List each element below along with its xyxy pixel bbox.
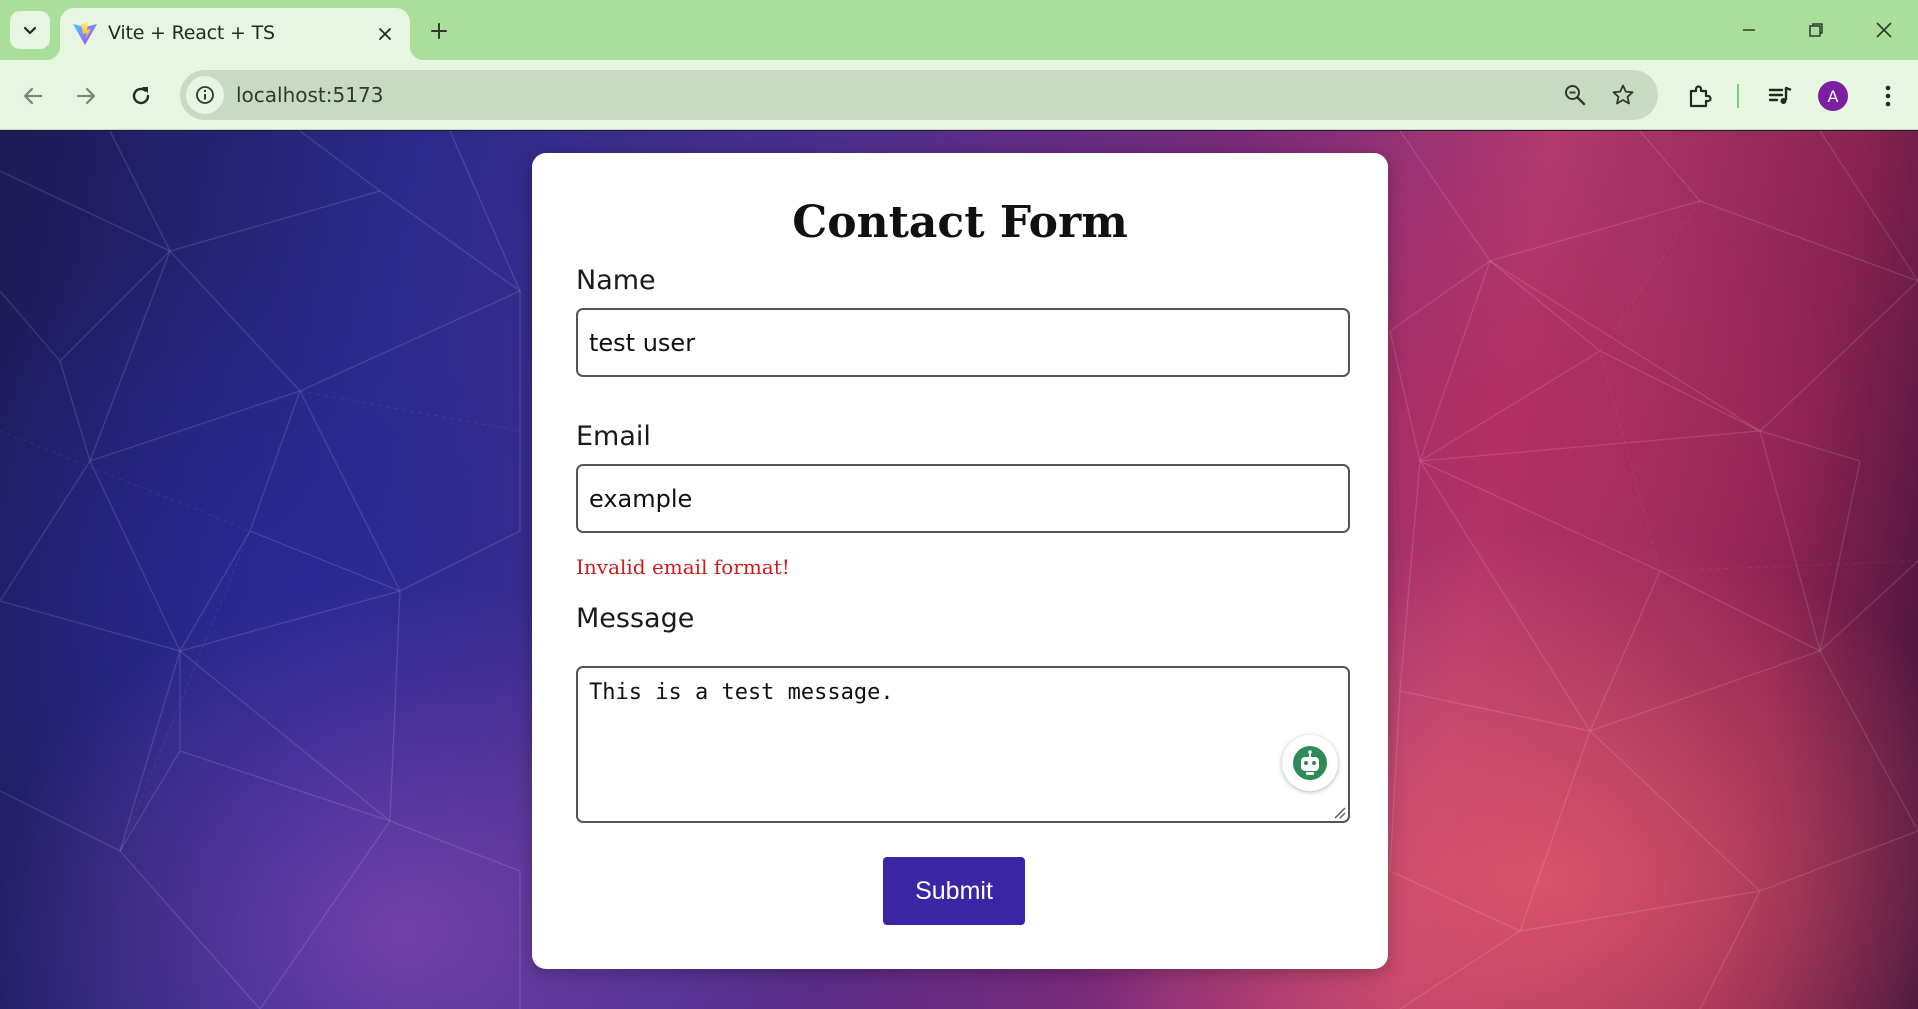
puzzle-icon <box>1689 85 1712 108</box>
kebab-menu-icon <box>1885 85 1891 107</box>
tab-close-button[interactable] <box>372 21 398 47</box>
bookmark-button[interactable] <box>1609 81 1637 109</box>
profile-avatar[interactable]: A <box>1818 81 1848 111</box>
email-error-message: Invalid email format! <box>576 555 790 579</box>
tab-strip: Vite + React + TS <box>0 0 1918 60</box>
browser-toolbar: localhost:5173 A <box>0 60 1918 130</box>
robot-assistant-icon <box>1293 746 1327 780</box>
extensions-button[interactable] <box>1680 76 1720 116</box>
message-textarea[interactable]: This is a test message. <box>576 666 1350 823</box>
name-input[interactable] <box>576 308 1350 377</box>
zoom-out-icon <box>1565 85 1586 106</box>
name-label: Name <box>576 265 656 296</box>
minimize-button[interactable] <box>1729 12 1769 48</box>
new-tab-button[interactable] <box>424 16 454 46</box>
info-icon <box>196 86 214 104</box>
arrow-right-icon <box>76 87 96 105</box>
chevron-down-icon <box>23 26 37 35</box>
restore-button[interactable] <box>1796 12 1836 48</box>
zoom-button[interactable] <box>1561 81 1589 109</box>
form-title: Contact Form <box>792 197 1128 248</box>
arrow-left-icon <box>23 87 43 105</box>
vite-logo-icon <box>73 22 97 45</box>
plus-icon <box>431 23 447 39</box>
media-queue-icon <box>1768 86 1792 104</box>
email-input[interactable] <box>576 464 1350 533</box>
resize-handle-icon[interactable] <box>1332 805 1346 819</box>
address-bar[interactable]: localhost:5173 <box>180 70 1658 120</box>
reload-icon <box>132 87 150 105</box>
forward-button[interactable] <box>66 76 106 116</box>
minimize-icon <box>1743 29 1755 31</box>
message-label: Message <box>576 603 695 634</box>
page-background: Contact Form Name Email Invalid email fo… <box>0 131 1918 1009</box>
tab-active[interactable]: Vite + React + TS <box>46 8 424 60</box>
restore-icon <box>1809 23 1823 37</box>
url-text: localhost:5173 <box>236 83 384 107</box>
submit-button[interactable]: Submit <box>883 857 1025 925</box>
contact-form-card: Contact Form Name Email Invalid email fo… <box>532 153 1388 969</box>
browser-menu-button[interactable] <box>1868 76 1908 116</box>
toolbar-divider <box>1737 84 1739 108</box>
email-label: Email <box>576 421 651 452</box>
close-icon <box>379 28 391 40</box>
grammar-assistant-button[interactable] <box>1282 735 1338 791</box>
tab-search-button[interactable] <box>10 11 50 49</box>
tab-title: Vite + React + TS <box>108 22 275 44</box>
back-button[interactable] <box>13 76 53 116</box>
reload-button[interactable] <box>121 76 161 116</box>
star-icon <box>1612 84 1634 105</box>
media-control-button[interactable] <box>1760 76 1800 116</box>
window-close-button[interactable] <box>1864 12 1904 48</box>
site-info-button[interactable] <box>186 76 224 114</box>
close-icon <box>1876 22 1892 38</box>
